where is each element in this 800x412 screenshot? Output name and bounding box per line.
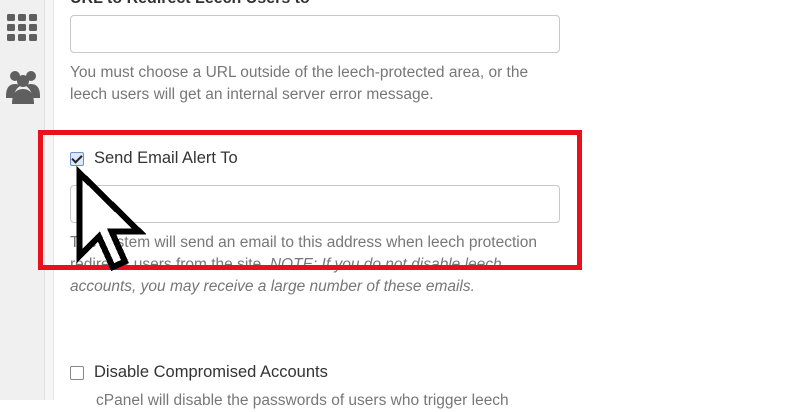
sidebar-gutter bbox=[45, 0, 54, 400]
redirect-url-help: You must choose a URL outside of the lee… bbox=[70, 64, 529, 103]
grid-icon[interactable] bbox=[6, 12, 38, 44]
disable-compromised-row: Disable Compromised Accounts bbox=[70, 363, 328, 382]
left-sidebar bbox=[0, 0, 45, 400]
redirect-url-heading: URL to Redirect Leech Users to bbox=[70, 0, 310, 8]
main-content: URL to Redirect Leech Users to You must … bbox=[54, 0, 800, 409]
users-icon[interactable] bbox=[6, 68, 40, 106]
disable-compromised-checkbox[interactable] bbox=[70, 365, 84, 380]
mouse-pointer-icon bbox=[76, 166, 146, 272]
redirect-url-input[interactable] bbox=[70, 15, 560, 53]
disable-compromised-label: Disable Compromised Accounts bbox=[94, 363, 328, 381]
disable-compromised-help: cPanel will disable the passwords of use… bbox=[96, 392, 509, 409]
email-alert-checkbox[interactable] bbox=[70, 151, 84, 166]
